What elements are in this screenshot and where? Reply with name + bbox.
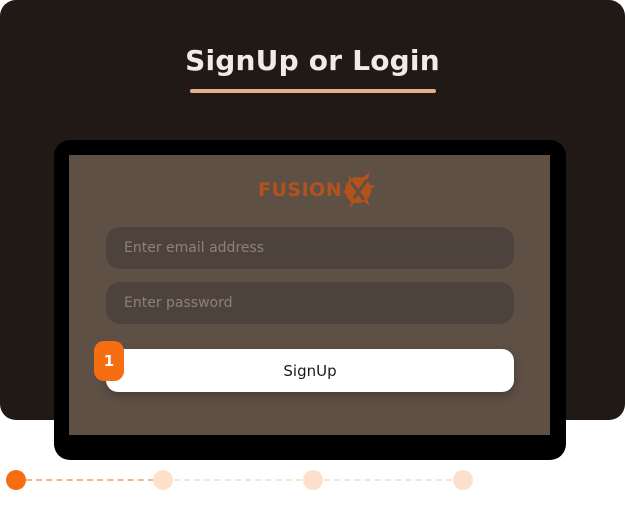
stepper-connector [174, 479, 302, 481]
step-dot-1[interactable] [6, 470, 26, 490]
signup-button[interactable]: SignUp [106, 349, 514, 392]
step-number-badge: 1 [94, 341, 124, 381]
stepper-connector [324, 479, 452, 481]
stepper-connector [26, 479, 154, 481]
password-input[interactable] [122, 294, 506, 312]
fusionx-logo: FUSION [258, 168, 377, 212]
logo-text: FUSION [258, 179, 343, 201]
logo-x-mark-icon [342, 172, 377, 208]
title-underline [190, 89, 436, 93]
page-title: SignUp or Login [185, 44, 440, 77]
email-input[interactable] [122, 239, 506, 257]
progress-stepper [0, 460, 625, 500]
step-dot-3[interactable] [303, 470, 323, 490]
email-field[interactable] [106, 227, 514, 269]
step-dot-2[interactable] [153, 470, 173, 490]
password-field[interactable] [106, 282, 514, 324]
step-dot-4[interactable] [453, 470, 473, 490]
